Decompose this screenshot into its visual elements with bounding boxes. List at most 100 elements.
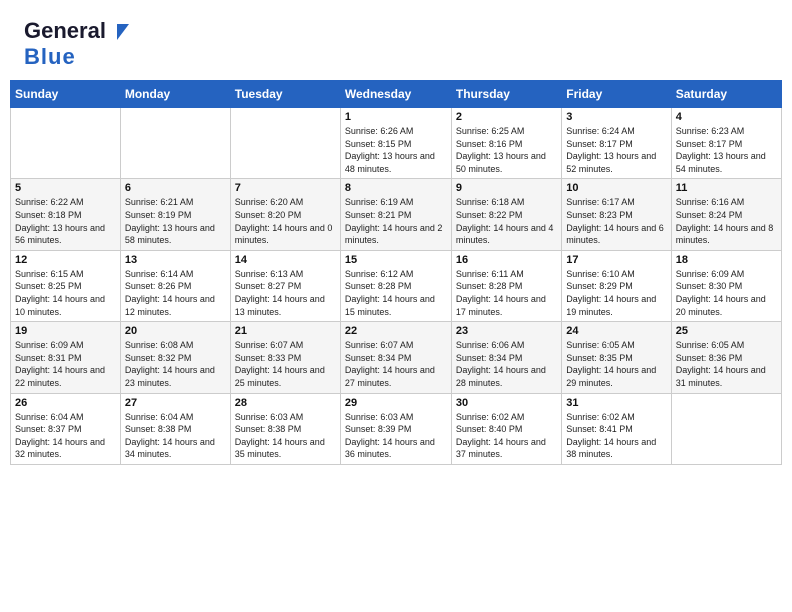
day-number: 6: [125, 182, 226, 194]
calendar-cell: 28 Sunrise: 6:03 AMSunset: 8:38 PMDayligh…: [230, 393, 340, 464]
day-number: 27: [125, 397, 226, 409]
calendar-cell: 29 Sunrise: 6:03 AMSunset: 8:39 PMDayligh…: [340, 393, 451, 464]
cell-content: Sunrise: 6:03 AMSunset: 8:39 PMDaylight:…: [345, 411, 447, 461]
calendar-cell: 17 Sunrise: 6:10 AMSunset: 8:29 PMDayligh…: [562, 250, 671, 321]
calendar-cell: 5 Sunrise: 6:22 AMSunset: 8:18 PMDaylight…: [11, 179, 121, 250]
calendar-cell: 6 Sunrise: 6:21 AMSunset: 8:19 PMDaylight…: [120, 179, 230, 250]
cell-content: Sunrise: 6:08 AMSunset: 8:32 PMDaylight:…: [125, 339, 226, 389]
calendar-cell: 20Sunrise: 6:08 AMSunset: 8:32 PMDayligh…: [120, 322, 230, 393]
day-number: 31: [566, 397, 666, 409]
cell-content: Sunrise: 6:26 AMSunset: 8:15 PMDaylight:…: [345, 125, 447, 175]
calendar-week-5: 26 Sunrise: 6:04 AMSunset: 8:37 PMDayligh…: [11, 393, 782, 464]
calendar-cell: 11 Sunrise: 6:16 AMSunset: 8:24 PMDayligh…: [671, 179, 781, 250]
calendar-cell: 10Sunrise: 6:17 AMSunset: 8:23 PMDayligh…: [562, 179, 671, 250]
day-number: 23: [456, 325, 557, 337]
calendar-week-2: 5 Sunrise: 6:22 AMSunset: 8:18 PMDaylight…: [11, 179, 782, 250]
day-number: 29: [345, 397, 447, 409]
cell-content: Sunrise: 6:16 AMSunset: 8:24 PMDaylight:…: [676, 196, 777, 246]
page: General Blue SundayMondayTuesdayWednesda…: [0, 0, 792, 612]
day-number: 28: [235, 397, 336, 409]
calendar-cell: 23 Sunrise: 6:06 AMSunset: 8:34 PMDayligh…: [451, 322, 561, 393]
calendar-cell: 30 Sunrise: 6:02 AMSunset: 8:40 PMDayligh…: [451, 393, 561, 464]
day-number: 18: [676, 254, 777, 266]
weekday-header-sunday: Sunday: [11, 81, 121, 108]
day-number: 11: [676, 182, 777, 194]
cell-content: Sunrise: 6:13 AMSunset: 8:27 PMDaylight:…: [235, 268, 336, 318]
cell-content: Sunrise: 6:07 AMSunset: 8:34 PMDaylight:…: [345, 339, 447, 389]
cell-content: Sunrise: 6:05 AMSunset: 8:35 PMDaylight:…: [566, 339, 666, 389]
calendar-cell: 9Sunrise: 6:18 AMSunset: 8:22 PMDaylight…: [451, 179, 561, 250]
calendar-cell: 24Sunrise: 6:05 AMSunset: 8:35 PMDayligh…: [562, 322, 671, 393]
cell-content: Sunrise: 6:11 AMSunset: 8:28 PMDaylight:…: [456, 268, 557, 318]
day-number: 8: [345, 182, 447, 194]
calendar-cell: 19Sunrise: 6:09 AMSunset: 8:31 PMDayligh…: [11, 322, 121, 393]
weekday-header-tuesday: Tuesday: [230, 81, 340, 108]
day-number: 2: [456, 111, 557, 123]
cell-content: Sunrise: 6:14 AMSunset: 8:26 PMDaylight:…: [125, 268, 226, 318]
calendar-cell: 15 Sunrise: 6:12 AMSunset: 8:28 PMDayligh…: [340, 250, 451, 321]
logo-icon: [107, 22, 129, 44]
day-number: 15: [345, 254, 447, 266]
calendar-cell: 4 Sunrise: 6:23 AMSunset: 8:17 PMDaylight…: [671, 108, 781, 179]
cell-content: Sunrise: 6:04 AMSunset: 8:37 PMDaylight:…: [15, 411, 116, 461]
day-number: 26: [15, 397, 116, 409]
calendar-cell: 18Sunrise: 6:09 AMSunset: 8:30 PMDayligh…: [671, 250, 781, 321]
day-number: 17: [566, 254, 666, 266]
day-number: 16: [456, 254, 557, 266]
day-number: 21: [235, 325, 336, 337]
calendar-table: SundayMondayTuesdayWednesdayThursdayFrid…: [10, 80, 782, 465]
cell-content: Sunrise: 6:24 AMSunset: 8:17 PMDaylight:…: [566, 125, 666, 175]
weekday-header-monday: Monday: [120, 81, 230, 108]
cell-content: Sunrise: 6:10 AMSunset: 8:29 PMDaylight:…: [566, 268, 666, 318]
calendar-cell: [230, 108, 340, 179]
header: General Blue: [0, 0, 792, 80]
day-number: 3: [566, 111, 666, 123]
calendar-cell: 14 Sunrise: 6:13 AMSunset: 8:27 PMDayligh…: [230, 250, 340, 321]
calendar-cell: [120, 108, 230, 179]
cell-content: Sunrise: 6:20 AMSunset: 8:20 PMDaylight:…: [235, 196, 336, 246]
calendar-cell: 27Sunrise: 6:04 AMSunset: 8:38 PMDayligh…: [120, 393, 230, 464]
calendar-cell: 8Sunrise: 6:19 AMSunset: 8:21 PMDaylight…: [340, 179, 451, 250]
weekday-header-friday: Friday: [562, 81, 671, 108]
day-number: 7: [235, 182, 336, 194]
day-number: 22: [345, 325, 447, 337]
calendar-cell: 13 Sunrise: 6:14 AMSunset: 8:26 PMDayligh…: [120, 250, 230, 321]
weekday-header-row: SundayMondayTuesdayWednesdayThursdayFrid…: [11, 81, 782, 108]
logo-general: General: [24, 18, 106, 44]
calendar-cell: 7 Sunrise: 6:20 AMSunset: 8:20 PMDaylight…: [230, 179, 340, 250]
weekday-header-thursday: Thursday: [451, 81, 561, 108]
day-number: 19: [15, 325, 116, 337]
calendar-cell: 1 Sunrise: 6:26 AMSunset: 8:15 PMDaylight…: [340, 108, 451, 179]
cell-content: Sunrise: 6:02 AMSunset: 8:41 PMDaylight:…: [566, 411, 666, 461]
day-number: 30: [456, 397, 557, 409]
day-number: 1: [345, 111, 447, 123]
calendar-cell: 3 Sunrise: 6:24 AMSunset: 8:17 PMDaylight…: [562, 108, 671, 179]
calendar-week-4: 19Sunrise: 6:09 AMSunset: 8:31 PMDayligh…: [11, 322, 782, 393]
cell-content: Sunrise: 6:15 AMSunset: 8:25 PMDaylight:…: [15, 268, 116, 318]
cell-content: Sunrise: 6:22 AMSunset: 8:18 PMDaylight:…: [15, 196, 116, 246]
cell-content: Sunrise: 6:05 AMSunset: 8:36 PMDaylight:…: [676, 339, 777, 389]
calendar-week-3: 12Sunrise: 6:15 AMSunset: 8:25 PMDayligh…: [11, 250, 782, 321]
cell-content: Sunrise: 6:21 AMSunset: 8:19 PMDaylight:…: [125, 196, 226, 246]
calendar-cell: 2Sunrise: 6:25 AMSunset: 8:16 PMDaylight…: [451, 108, 561, 179]
cell-content: Sunrise: 6:07 AMSunset: 8:33 PMDaylight:…: [235, 339, 336, 389]
cell-content: Sunrise: 6:06 AMSunset: 8:34 PMDaylight:…: [456, 339, 557, 389]
day-number: 25: [676, 325, 777, 337]
calendar-week-1: 1 Sunrise: 6:26 AMSunset: 8:15 PMDaylight…: [11, 108, 782, 179]
logo-blue: Blue: [24, 44, 76, 70]
cell-content: Sunrise: 6:23 AMSunset: 8:17 PMDaylight:…: [676, 125, 777, 175]
logo: General Blue: [24, 18, 129, 70]
day-number: 13: [125, 254, 226, 266]
cell-content: Sunrise: 6:03 AMSunset: 8:38 PMDaylight:…: [235, 411, 336, 461]
calendar-cell: 21 Sunrise: 6:07 AMSunset: 8:33 PMDayligh…: [230, 322, 340, 393]
day-number: 14: [235, 254, 336, 266]
calendar-cell: 31 Sunrise: 6:02 AMSunset: 8:41 PMDayligh…: [562, 393, 671, 464]
calendar-cell: 16 Sunrise: 6:11 AMSunset: 8:28 PMDayligh…: [451, 250, 561, 321]
weekday-header-wednesday: Wednesday: [340, 81, 451, 108]
calendar-cell: [671, 393, 781, 464]
cell-content: Sunrise: 6:02 AMSunset: 8:40 PMDaylight:…: [456, 411, 557, 461]
day-number: 4: [676, 111, 777, 123]
calendar-cell: 22 Sunrise: 6:07 AMSunset: 8:34 PMDayligh…: [340, 322, 451, 393]
cell-content: Sunrise: 6:12 AMSunset: 8:28 PMDaylight:…: [345, 268, 447, 318]
day-number: 5: [15, 182, 116, 194]
